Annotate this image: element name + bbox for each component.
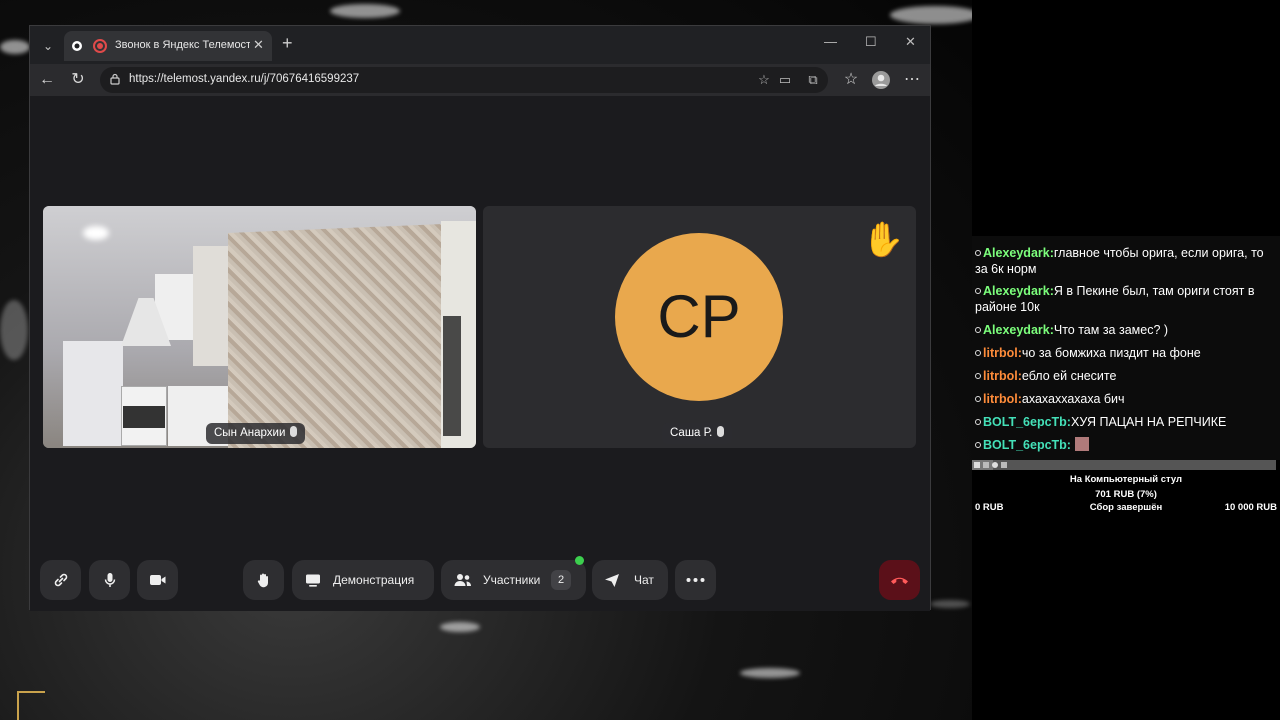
microphone-button[interactable] — [89, 560, 130, 600]
participant-tile-avatar[interactable]: СР ✋ Саша Р. — [483, 206, 916, 448]
chat-username: Alexeydark: — [983, 246, 1054, 260]
chat-message: BOLT_6ерсТb: — [975, 437, 1275, 453]
tab-telemost[interactable]: Звонок в Яндекс Телемосте ✕ — [64, 31, 272, 61]
chat-text: Что там за замес? ) — [1053, 323, 1169, 337]
chat-message: litrbol:ахахаххахаха бич — [975, 391, 1275, 407]
participant-tile-video[interactable]: Сын Анархии — [43, 206, 476, 448]
minimize-icon[interactable]: — — [824, 34, 837, 49]
camera-in-use-icon — [72, 41, 82, 51]
chat-message: Alexeydark:главное чтобы орига, если ори… — [975, 245, 1275, 277]
telemost-call-page: Сын Анархии СР ✋ Саша Р. Демонстрация Уч… — [30, 96, 930, 611]
camera-button[interactable] — [137, 560, 178, 600]
tab-close-icon[interactable]: ✕ — [253, 37, 264, 53]
toolbar-icons — [974, 462, 1007, 468]
emote-icon — [1074, 437, 1089, 451]
copy-link-button[interactable] — [40, 560, 81, 600]
chat-text: чо за бомжиха пиздит на фоне — [1021, 346, 1201, 360]
screen-icon — [306, 574, 320, 587]
goal-max: 10 000 RUB — [1224, 502, 1277, 513]
url-text: https://telemost.yandex.ru/j/70676416599… — [129, 73, 360, 85]
end-call-button[interactable] — [879, 560, 920, 600]
chat-username: BOLT_6ерсТb: — [983, 438, 1071, 452]
participant-name-badge: Сын Анархии — [206, 423, 306, 444]
chat-message: litrbol:ебло ей снесите — [975, 368, 1275, 384]
overlay-logo-icon — [17, 691, 45, 720]
camera-icon — [150, 575, 166, 585]
participants-count-badge: 2 — [551, 570, 571, 590]
back-icon[interactable]: ← — [36, 69, 58, 91]
screen-share-button[interactable]: Демонстрация — [292, 560, 434, 600]
new-tab-icon[interactable]: + — [282, 33, 293, 54]
chat-username: litrbol: — [983, 392, 1022, 406]
stream-chat-overlay: Alexeydark:главное чтобы орига, если ори… — [972, 0, 1280, 720]
participants-icon — [454, 574, 471, 586]
navigation-bar: ← ↻ https://telemost.yandex.ru/j/7067641… — [30, 64, 930, 96]
chat-text: ХУЯ ПАЦАН НА РЕПЧИКЕ — [1070, 415, 1227, 429]
chat-text: ахахаххахаха бич — [1021, 392, 1125, 406]
participants-button[interactable]: Участники 2 — [441, 556, 586, 600]
badge-icon — [975, 288, 981, 294]
badge-icon — [975, 373, 981, 379]
online-indicator — [575, 556, 584, 565]
lock-icon — [110, 73, 120, 85]
badge-icon — [975, 327, 981, 333]
mic-icon — [717, 426, 725, 437]
badge-icon — [975, 350, 981, 356]
participants-label: Участники — [483, 573, 541, 587]
link-icon — [54, 573, 68, 587]
hang-up-icon — [891, 577, 908, 584]
camera-permission-icon[interactable]: ▭ — [776, 71, 794, 89]
chat-username: Alexeydark: — [983, 323, 1054, 337]
more-menu-icon[interactable]: ⋯ — [901, 69, 923, 91]
chat-username: Alexeydark: — [983, 284, 1054, 298]
chat-username: BOLT_6ерсТb: — [983, 415, 1071, 429]
chat-label: Чат — [634, 573, 654, 587]
tab-bar: ⌄ Звонок в Яндекс Телемосте ✕ + — ☐ ✕ — [30, 26, 930, 64]
chat-username: litrbol: — [983, 369, 1022, 383]
raised-hand-icon: ✋ — [862, 221, 905, 259]
close-icon[interactable]: ✕ — [905, 34, 916, 50]
favorites-icon[interactable]: ☆ — [840, 69, 862, 91]
screen-share-icon[interactable]: ⧉ — [804, 71, 822, 89]
tab-search-dropdown-icon[interactable]: ⌄ — [38, 36, 58, 56]
badge-icon — [975, 250, 981, 256]
profile-avatar[interactable] — [870, 69, 892, 91]
maximize-icon[interactable]: ☐ — [865, 34, 877, 50]
chat-message: Alexeydark:Я в Пекине был, там ориги сто… — [975, 283, 1275, 315]
avatar: СР — [615, 233, 783, 401]
hand-icon — [257, 573, 268, 588]
address-bar[interactable]: https://telemost.yandex.ru/j/70676416599… — [100, 67, 828, 93]
tab-title: Звонок в Яндекс Телемосте — [115, 39, 250, 51]
badge-icon — [975, 442, 981, 448]
donation-progress-bar — [972, 460, 1276, 470]
favorite-star-icon[interactable]: ☆ — [755, 71, 773, 89]
chat-text: ебло ей снесите — [1021, 369, 1117, 383]
send-icon — [605, 574, 619, 587]
more-dots-icon — [686, 578, 705, 582]
badge-icon — [975, 396, 981, 402]
chat-message: Alexeydark:Что там за замес? ) — [975, 322, 1275, 338]
microphone-icon — [104, 573, 116, 587]
screen-share-label: Демонстрация — [333, 573, 415, 587]
raise-hand-button[interactable] — [243, 560, 284, 600]
goal-amount: 701 RUB (7%) — [1095, 489, 1157, 500]
chat-messages: Alexeydark:главное чтобы орига, если ори… — [972, 236, 1280, 460]
reload-icon[interactable]: ↻ — [67, 69, 89, 91]
recording-icon — [93, 39, 107, 53]
chat-username: litrbol: — [983, 346, 1022, 360]
chat-button[interactable]: Чат — [592, 560, 668, 600]
participant-name: Сын Анархии — [214, 427, 286, 439]
badge-icon — [975, 419, 981, 425]
goal-title: На Компьютерный стул — [1069, 474, 1183, 485]
mic-icon — [290, 426, 298, 437]
browser-window: ⌄ Звонок в Яндекс Телемосте ✕ + — ☐ ✕ ← … — [29, 25, 931, 611]
participant-name-badge: Саша Р. — [662, 423, 733, 444]
chat-message: BOLT_6ерсТb:ХУЯ ПАЦАН НА РЕПЧИКЕ — [975, 414, 1275, 430]
screen: ⌄ Звонок в Яндекс Телемосте ✕ + — ☐ ✕ ← … — [0, 0, 1280, 720]
participant-name: Саша Р. — [670, 427, 713, 439]
chat-message: litrbol:чо за бомжиха пиздит на фоне — [975, 345, 1275, 361]
more-options-button[interactable] — [675, 560, 716, 600]
